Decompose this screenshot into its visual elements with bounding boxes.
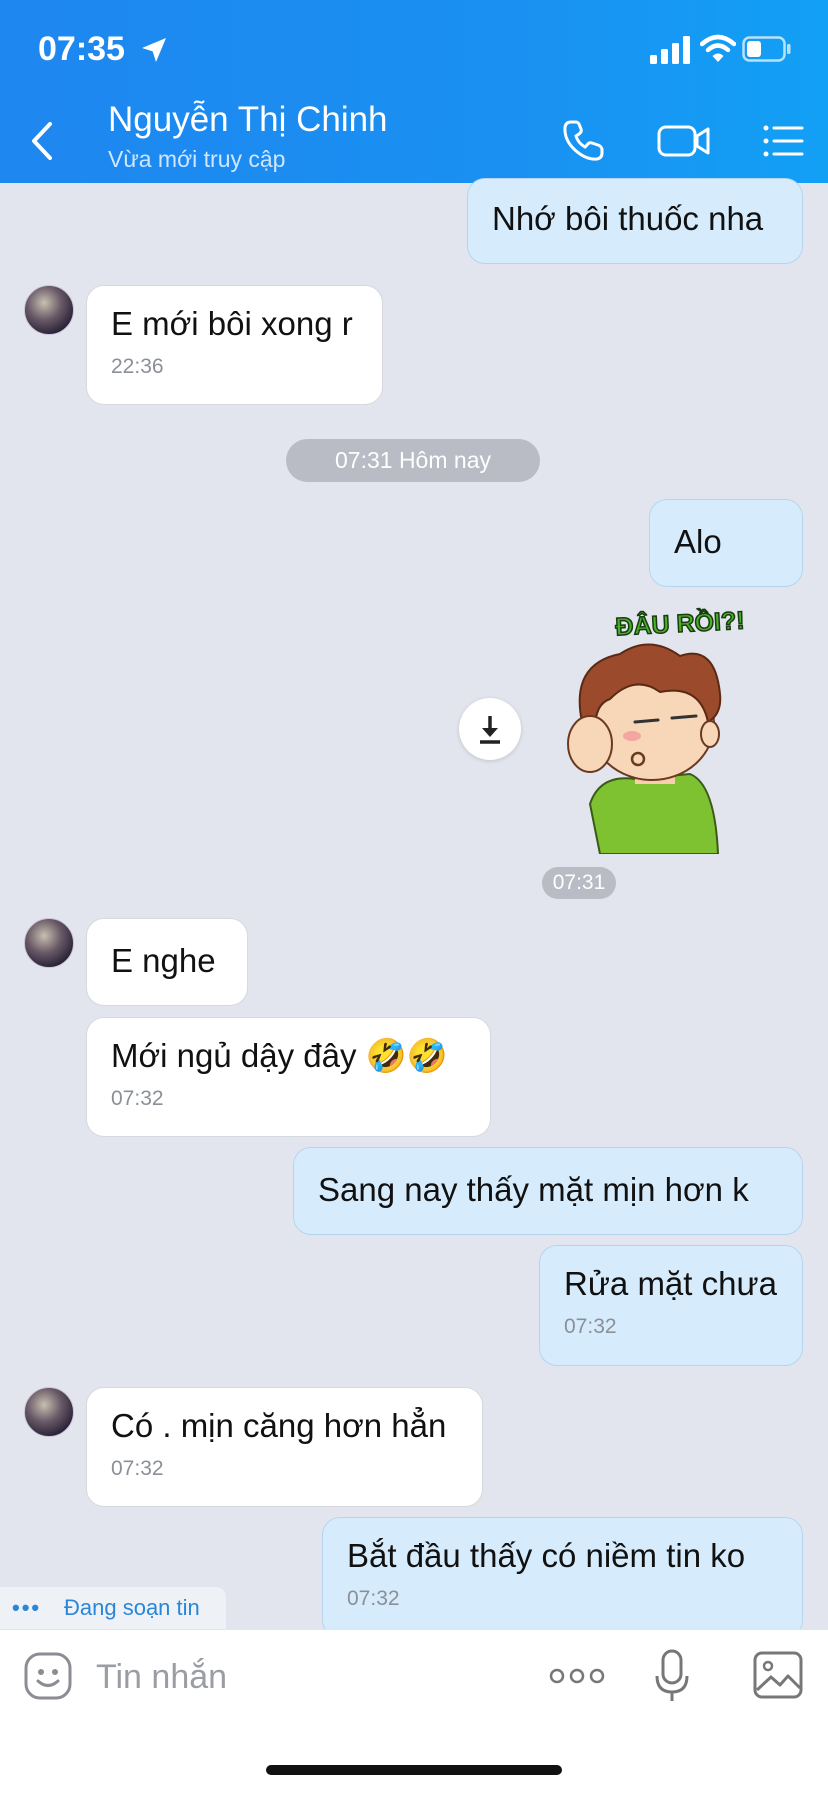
contact-avatar[interactable] bbox=[24, 1387, 74, 1437]
message-time: 07:32 bbox=[111, 1457, 164, 1480]
message-text: Alo bbox=[674, 523, 722, 560]
message-bubble-outgoing[interactable]: Nhớ bôi thuốc nha bbox=[467, 178, 803, 264]
message-bubble-incoming[interactable]: E mới bôi xong r 22:36 bbox=[86, 285, 383, 405]
battery-icon bbox=[742, 36, 791, 62]
microphone-icon[interactable] bbox=[654, 1648, 690, 1704]
message-text: Mới ngủ dậy đây 🤣🤣 bbox=[111, 1037, 448, 1074]
location-arrow-icon bbox=[142, 38, 166, 62]
download-button[interactable] bbox=[459, 698, 521, 760]
message-time: 07:32 bbox=[111, 1087, 164, 1110]
sticker-image[interactable]: ĐÂU RỒI?! bbox=[540, 604, 750, 854]
typing-label: Đang soạn tin bbox=[64, 1595, 200, 1620]
chat-header: 07:35 Nguyễn Thị Chinh Vừa mới truy cập bbox=[0, 0, 828, 183]
more-options-icon[interactable] bbox=[548, 1656, 606, 1696]
image-gallery-icon[interactable] bbox=[752, 1650, 804, 1700]
message-text: E nghe bbox=[111, 942, 216, 979]
message-bubble-incoming[interactable]: E nghe bbox=[86, 918, 248, 1006]
message-bubble-incoming[interactable]: Mới ngủ dậy đây 🤣🤣 07:32 bbox=[86, 1017, 491, 1137]
message-time: 07:32 bbox=[347, 1587, 400, 1610]
message-time: 22:36 bbox=[111, 355, 164, 378]
message-composer bbox=[0, 1629, 828, 1793]
status-time: 07:35 bbox=[38, 30, 125, 68]
contact-name[interactable]: Nguyễn Thị Chinh bbox=[108, 100, 388, 140]
message-text: Rửa mặt chưa bbox=[564, 1265, 777, 1302]
sticker-time: 07:31 bbox=[542, 867, 616, 899]
video-call-icon[interactable] bbox=[656, 118, 712, 164]
message-text: E mới bôi xong r bbox=[111, 305, 353, 342]
contact-avatar[interactable] bbox=[24, 285, 74, 335]
message-bubble-outgoing[interactable]: Alo bbox=[649, 499, 803, 587]
home-indicator[interactable] bbox=[266, 1765, 562, 1775]
emoji-icon[interactable] bbox=[22, 1650, 74, 1702]
message-bubble-outgoing[interactable]: Sang nay thấy mặt mịn hơn k bbox=[293, 1147, 803, 1235]
contact-status: Vừa mới truy cập bbox=[108, 146, 286, 172]
message-text: Bắt đầu thấy có niềm tin ko bbox=[347, 1537, 746, 1574]
wifi-icon bbox=[700, 34, 736, 62]
download-icon bbox=[480, 716, 500, 744]
contact-avatar[interactable] bbox=[24, 918, 74, 968]
message-bubble-outgoing[interactable]: Bắt đầu thấy có niềm tin ko 07:32 bbox=[322, 1517, 803, 1638]
message-input[interactable] bbox=[94, 1648, 528, 1706]
date-separator: 07:31 Hôm nay bbox=[286, 439, 540, 482]
message-time: 07:32 bbox=[564, 1315, 617, 1338]
options-menu-icon[interactable] bbox=[760, 118, 806, 164]
message-bubble-incoming[interactable]: Có . mịn căng hơn hẳn 07:32 bbox=[86, 1387, 483, 1507]
phone-call-icon[interactable] bbox=[560, 118, 606, 164]
cellular-signal-icon bbox=[650, 36, 690, 64]
message-text: Có . mịn căng hơn hẳn bbox=[111, 1407, 447, 1444]
typing-indicator: ••• Đang soạn tin bbox=[0, 1587, 226, 1629]
message-text: Nhớ bôi thuốc nha bbox=[492, 200, 764, 237]
typing-dots-icon: ••• bbox=[12, 1595, 42, 1620]
back-button[interactable] bbox=[24, 118, 64, 164]
message-text: Sang nay thấy mặt mịn hơn k bbox=[318, 1171, 749, 1208]
sticker-caption: ĐÂU RỒI?! bbox=[615, 605, 746, 642]
message-bubble-outgoing[interactable]: Rửa mặt chưa 07:32 bbox=[539, 1245, 803, 1366]
